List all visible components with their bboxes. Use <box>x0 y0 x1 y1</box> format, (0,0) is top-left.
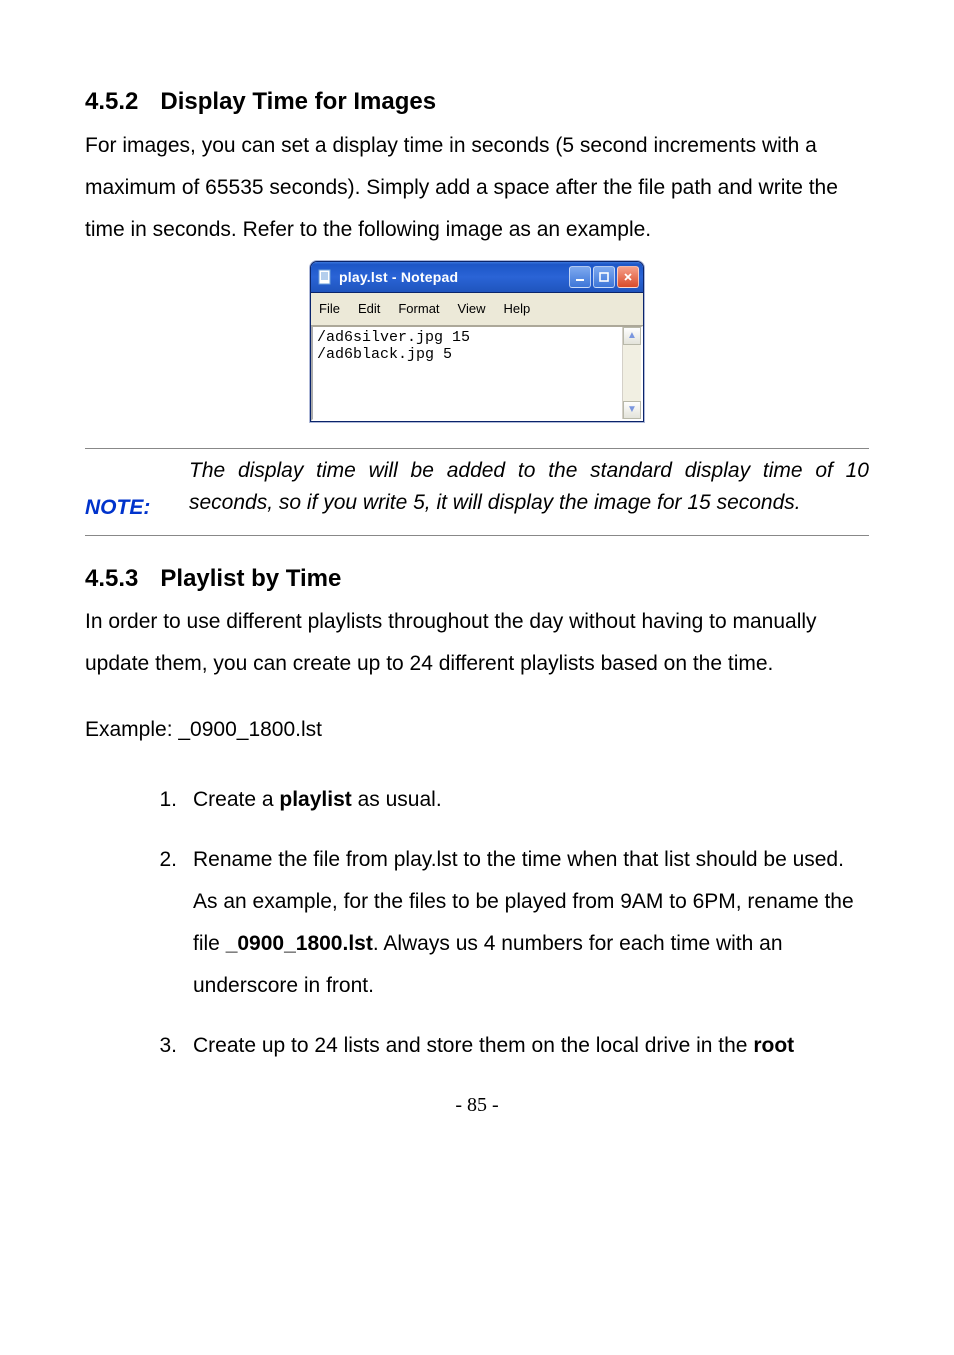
page-number: - 85 - <box>85 1085 869 1125</box>
section-453-paragraph: In order to use different playlists thro… <box>85 601 869 685</box>
scroll-down-icon[interactable]: ▼ <box>623 401 641 419</box>
section-title: Playlist by Time <box>160 565 341 592</box>
menu-format[interactable]: Format <box>394 295 443 323</box>
minimize-button[interactable] <box>569 266 591 288</box>
note-box: NOTE: The display time will be added to … <box>85 448 869 536</box>
note-text: The display time will be added to the st… <box>189 455 869 520</box>
menu-help[interactable]: Help <box>499 295 534 323</box>
section-number: 4.5.2 <box>85 85 138 119</box>
maximize-button[interactable] <box>593 266 615 288</box>
example-line: Example: _0900_1800.lst <box>85 709 869 751</box>
example-prefix: Example: <box>85 718 178 741</box>
steps-list: Create a playlist as usual. Rename the f… <box>85 779 869 1067</box>
note-label: NOTE: <box>85 455 189 529</box>
notepad-title: play.lst - Notepad <box>339 263 458 291</box>
notepad-window: play.lst - Notepad File Edit Format View… <box>310 261 644 422</box>
step-text: Create up to 24 lists and store them on … <box>193 1034 753 1057</box>
list-item: Rename the file from play.lst to the tim… <box>163 839 869 1007</box>
step-text-bold: _0900_1800.lst <box>226 932 373 955</box>
step-text-bold: root <box>753 1034 794 1057</box>
list-item: Create a playlist as usual. <box>163 779 869 821</box>
section-heading-452: 4.5.2 Display Time for Images <box>85 85 869 119</box>
section-heading-453: 4.5.3 Playlist by Time <box>85 562 869 596</box>
notepad-titlebar[interactable]: play.lst - Notepad <box>311 262 643 293</box>
step-text: as usual. <box>352 788 442 811</box>
section-452-paragraph: For images, you can set a display time i… <box>85 125 869 251</box>
section-number: 4.5.3 <box>85 562 138 596</box>
section-title: Display Time for Images <box>160 88 436 115</box>
example-value: _0900_1800.lst <box>178 718 322 741</box>
menu-edit[interactable]: Edit <box>354 295 384 323</box>
notepad-menubar: File Edit Format View Help <box>311 293 643 326</box>
close-button[interactable] <box>617 266 639 288</box>
notepad-textarea[interactable]: /ad6silver.jpg 15 /ad6black.jpg 5 <box>313 327 622 419</box>
menu-file[interactable]: File <box>315 295 344 323</box>
list-item: Create up to 24 lists and store them on … <box>163 1025 869 1067</box>
step-text-bold: playlist <box>279 788 351 811</box>
step-text: Create a <box>193 788 279 811</box>
menu-view[interactable]: View <box>454 295 490 323</box>
notepad-icon <box>317 269 333 285</box>
scrollbar[interactable]: ▲ ▼ <box>622 327 641 419</box>
scroll-up-icon[interactable]: ▲ <box>623 327 641 345</box>
